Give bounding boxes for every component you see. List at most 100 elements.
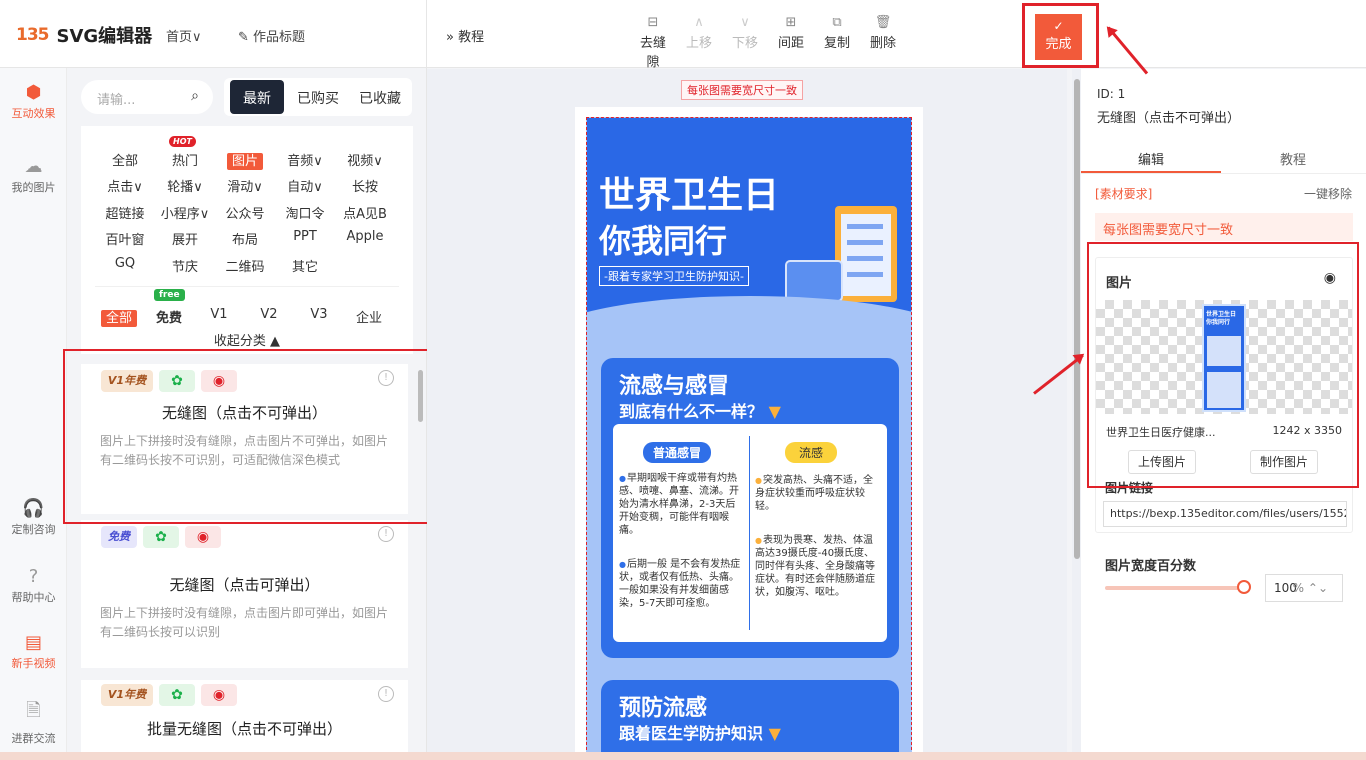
nav-label: 我的图片 — [11, 181, 56, 194]
width-percent-input[interactable]: 100% ⌃⌄ — [1265, 574, 1343, 602]
category-item[interactable]: 淘口令 — [275, 203, 335, 222]
category-item[interactable]: 自动∨ — [275, 176, 335, 195]
category-item[interactable]: 公众号 — [215, 203, 275, 222]
size-hint: 每张图需要宽尺寸一致 — [681, 80, 803, 100]
tab-edit[interactable]: 编辑 — [1081, 149, 1221, 168]
spacing-icon: ⊞ — [785, 15, 797, 30]
category-item[interactable]: 二维码 — [215, 256, 275, 275]
home-menu[interactable]: 首页∨ — [166, 26, 202, 45]
copy-button[interactable]: ⧉ 复制 — [820, 14, 854, 70]
wechat-icon: ✿ — [143, 526, 179, 548]
clipboard-line — [847, 256, 883, 261]
spacing-label: 间距 — [777, 36, 804, 51]
poster-image[interactable]: 世界卫生日 你我同行 -跟着专家学习卫生防护知识- 流感与感冒 到底有什么不一样… — [586, 117, 912, 760]
info-icon[interactable]: ! — [378, 686, 394, 702]
free-tier-badge: 免费 — [101, 526, 137, 548]
category-item[interactable]: PPT — [275, 229, 335, 244]
category-item[interactable]: 全部 — [95, 150, 155, 169]
tab-tutorial[interactable]: 教程 — [1223, 149, 1363, 168]
category-item[interactable]: 点击∨ — [95, 176, 155, 195]
nav-join-group[interactable]: 🗎 进群交流 — [0, 698, 67, 746]
canvas-scrollbar[interactable] — [1074, 79, 1080, 559]
logo[interactable]: 135 SVG编辑器 — [16, 22, 152, 48]
nav-label: 帮助中心 — [11, 591, 56, 604]
category-item[interactable]: 百叶窗 — [95, 229, 155, 248]
section-title: 流感与感冒 — [619, 374, 730, 399]
nav-label: 新手视频 — [11, 657, 56, 670]
clipboard-line — [847, 224, 883, 229]
category-item[interactable]: 展开 — [155, 229, 215, 248]
move-down-button[interactable]: ∨ 下移 — [728, 14, 762, 70]
done-highlight: ✓ 完成 — [1022, 3, 1099, 68]
clipboard-icon — [835, 206, 897, 302]
weibo-icon: ◉ — [185, 526, 221, 548]
tutorial-toggle[interactable]: » 教程 — [446, 26, 484, 45]
size-warning: 每张图需要宽尺寸一致 — [1095, 213, 1353, 241]
category-item[interactable]: 音频∨ — [275, 150, 335, 169]
done-button[interactable]: ✓ 完成 — [1035, 14, 1082, 60]
tab-favorites[interactable]: 已收藏 — [353, 80, 407, 114]
cold-text: 早期咽喉干痒或带有灼热感、喷嚏、鼻塞、流涕。开始为清水样鼻涕，2-3天后开始变稠… — [619, 472, 743, 537]
spacing-button[interactable]: ⊞ 间距 — [774, 14, 808, 70]
category-item[interactable]: Apple — [335, 229, 395, 244]
tier-item[interactable]: 企业 — [339, 307, 399, 326]
weibo-icon: ◉ — [201, 684, 237, 706]
tab-newest[interactable]: 最新 — [230, 80, 284, 114]
nav-custom-consult[interactable]: 🎧 定制咨询 — [0, 498, 67, 537]
video-icon: ▤ — [24, 632, 42, 653]
category-item[interactable]: 布局 — [215, 229, 275, 248]
nav-beginner-video[interactable]: ▤ 新手视频 — [0, 632, 67, 671]
material-requirements-link[interactable]: [素材要求] — [1095, 185, 1152, 202]
tab-purchased[interactable]: 已购买 — [293, 80, 343, 114]
poster-section: 流感与感冒 到底有什么不一样？ ▼ 普通感冒 流感 早期咽喉干痒或带有灼热感、喷… — [601, 358, 899, 658]
search-input[interactable]: 请输... ⌕ — [81, 80, 213, 114]
section-subtitle: 跟着医生学防护知识 ▼ — [619, 720, 781, 744]
help-icon: ? — [28, 566, 39, 587]
category-item[interactable]: 热门 — [155, 150, 215, 169]
category-item-selected[interactable]: 图片 — [215, 150, 275, 170]
cold-label: 普通感冒 — [643, 442, 712, 463]
nav-label: 定制咨询 — [11, 523, 56, 536]
move-up-label: 上移 — [685, 36, 712, 51]
move-up-button[interactable]: ∧ 上移 — [682, 14, 716, 70]
category-item[interactable]: GQ — [95, 256, 155, 271]
category-item[interactable]: 滑动∨ — [215, 176, 275, 195]
copy-label: 复制 — [823, 36, 850, 51]
card-title: 批量无缝图（点击不可弹出） — [146, 720, 342, 738]
width-slider[interactable] — [1105, 586, 1243, 590]
done-label: 完成 — [1045, 37, 1072, 52]
category-item[interactable]: 轮播∨ — [155, 176, 215, 195]
column-divider — [749, 436, 750, 630]
collapse-categories[interactable]: 收起分类 ▲ — [81, 330, 413, 349]
image-link-input[interactable]: https://bexp.135editor.com/files/users/1… — [1103, 501, 1347, 527]
info-icon[interactable]: ! — [378, 526, 394, 542]
category-box: HOT 全部 热门 图片 音频∨ 视频∨ 点击∨ 轮播∨ 滑动∨ 自动∨ 长按 … — [81, 126, 413, 354]
card-title: 无缝图（点击可弹出） — [169, 576, 320, 594]
work-title-edit[interactable]: ✎ 作品标题 — [238, 26, 305, 45]
category-item[interactable]: 节庆 — [155, 256, 215, 275]
top-bar: 135 SVG编辑器 首页∨ ✎ 作品标题 » 教程 ⊟ 去缝隙 ∧ 上移 ∨ 下移 … — [0, 0, 1366, 70]
remove-gap-button[interactable]: ⊟ 去缝隙 — [636, 14, 670, 70]
nav-help-center[interactable]: ? 帮助中心 — [0, 566, 67, 605]
remove-all-button[interactable]: 一键移除 — [1304, 185, 1352, 202]
category-item[interactable]: 点A见B — [335, 203, 395, 222]
percent-stepper[interactable]: % ⌃⌄ — [1293, 581, 1328, 595]
nav-my-images[interactable]: ☁ 我的图片 — [0, 156, 67, 195]
category-item[interactable]: 长按 — [335, 176, 395, 195]
logo-mark: 135 — [16, 25, 49, 45]
category-item[interactable]: 其它 — [275, 256, 335, 275]
slider-handle[interactable] — [1237, 580, 1251, 594]
clipboard-paper — [841, 214, 891, 296]
search-icon[interactable]: ⌕ — [191, 88, 199, 104]
template-card[interactable]: 免费 ✿ ◉ ! 无缝图（点击可弹出） 图片上下拼接时没有缝隙，点击图片即可弹出… — [81, 520, 408, 668]
delete-button[interactable]: 🗑 删除 — [866, 14, 900, 70]
category-item[interactable]: 视频∨ — [335, 150, 395, 169]
template-card[interactable]: V1年费 ✿ ◉ ! 批量无缝图（点击不可弹出） — [81, 680, 408, 760]
card-description: 图片上下拼接时没有缝隙，点击图片即可弹出，如图片有二维码长按可以识别 — [100, 606, 389, 639]
category-item[interactable]: 小程序∨ — [155, 203, 215, 222]
trash-icon: 🗑 — [874, 15, 892, 30]
nav-interactive-effects[interactable]: ⬢ 互动效果 — [0, 82, 67, 121]
triangle-icon: ▼ — [768, 724, 781, 743]
element-id: ID: 1 — [1097, 87, 1126, 101]
category-item[interactable]: 超链接 — [95, 203, 155, 222]
